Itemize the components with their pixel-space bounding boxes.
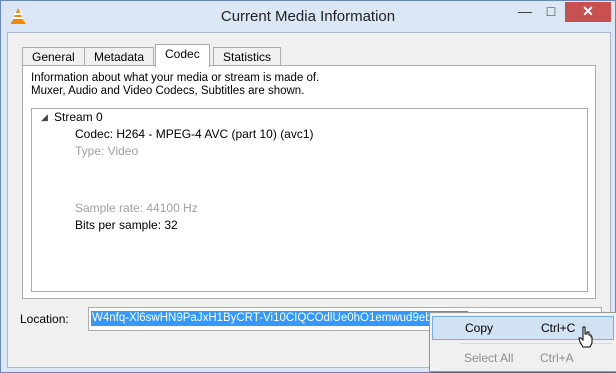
location-selected-text[interactable]: W4nfq-Xl6swHN9PaJxH1ByCRT-Vi10CIQCOdlUe0… [91,311,469,326]
menu-item-select-all-shortcut: Ctrl+A [540,351,574,365]
tree-item-bits-per-sample[interactable]: Bits per sample: 32 [75,218,178,232]
location-label: Location: [20,312,69,326]
tab-general[interactable]: General [22,47,85,66]
tree-item-stream-0[interactable]: Stream 0 [54,110,103,124]
menu-item-select-all-label: Select All [464,351,514,365]
codec-panel: Information about what your media or str… [22,65,596,299]
tab-statistics[interactable]: Statistics [213,47,282,66]
mouse-cursor-icon [578,326,593,348]
info-line-1: Information about what your media or str… [31,72,320,84]
codec-info-text: Information about what your media or str… [31,72,319,98]
codec-tree[interactable]: ◢ Stream 0 Codec: H264 - MPEG-4 AVC (par… [31,108,588,292]
tab-codec[interactable]: Codec [155,44,210,67]
tab-metadata[interactable]: Metadata [84,47,155,66]
maximize-icon[interactable]: □ [538,2,564,22]
info-line-2: Muxer, Audio and Video Codecs, Subtitles… [31,85,305,97]
minimize-icon[interactable]: — [512,2,538,22]
title-bar[interactable]: Current Media Information — □ ✕ [1,1,615,32]
menu-item-select-all[interactable]: Select All Ctrl+A [432,347,612,369]
tree-item-sample-rate[interactable]: Sample rate: 44100 Hz [75,201,198,215]
close-icon[interactable]: ✕ [565,2,611,22]
menu-item-copy-label: Copy [465,321,494,335]
expand-arrow-icon[interactable]: ◢ [41,112,48,123]
tree-item-codec[interactable]: Codec: H264 - MPEG-4 AVC (part 10) (avc1… [75,127,314,141]
tree-item-type[interactable]: Type: Video [75,144,138,158]
menu-item-copy-shortcut: Ctrl+C [541,321,576,335]
